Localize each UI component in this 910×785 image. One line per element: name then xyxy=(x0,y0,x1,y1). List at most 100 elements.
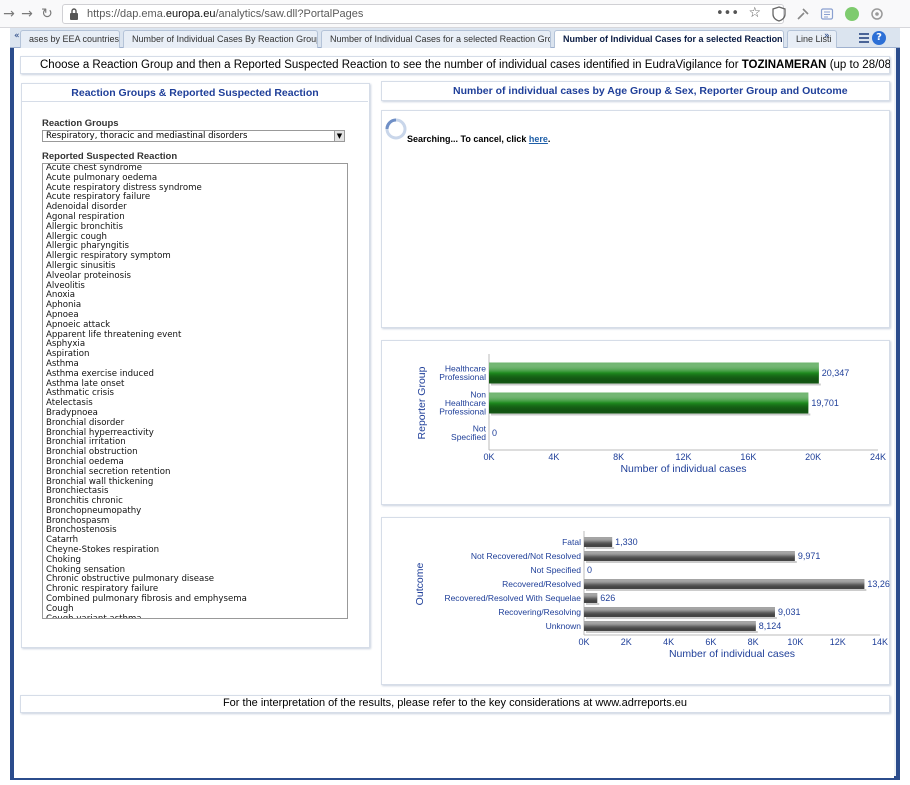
reported-reaction-label: Reported Suspected Reaction xyxy=(42,151,178,162)
category-label: Unknown xyxy=(546,621,582,631)
reaction-groups-label: Reaction Groups xyxy=(42,118,119,129)
x-tick-label: 4K xyxy=(548,452,559,462)
settings-icon[interactable] xyxy=(870,7,884,21)
help-icon[interactable]: ? xyxy=(872,31,886,45)
bookmark-star-icon[interactable]: ☆ xyxy=(748,5,761,21)
x-tick-label: 2K xyxy=(621,637,632,647)
bar-shadow xyxy=(586,617,777,619)
tab-cases-by-eea-countries[interactable]: ases by EEA countries xyxy=(20,30,120,48)
category-label: Not Specified xyxy=(530,565,581,575)
x-tick-label: 4K xyxy=(663,637,674,647)
x-tick-label: 8K xyxy=(748,637,759,647)
category-label: Healthcare Professional xyxy=(439,364,486,383)
x-tick-label: 10K xyxy=(787,637,803,647)
reaction-list-item[interactable]: Anoxia xyxy=(43,291,347,301)
bar-shade xyxy=(584,621,756,631)
x-tick-label: 0K xyxy=(578,637,589,647)
loading-spinner-icon xyxy=(385,118,407,140)
extension-icon[interactable] xyxy=(845,7,859,21)
reaction-group-select[interactable]: Respiratory, thoracic and mediastinal di… xyxy=(42,130,345,142)
bar-shade xyxy=(584,579,865,589)
x-tick-label: 8K xyxy=(613,452,624,462)
reaction-list-item[interactable]: Alveolar proteinosis xyxy=(43,271,347,282)
reaction-list-item[interactable]: Bronchostenosis xyxy=(43,526,347,536)
page-options-icon[interactable] xyxy=(858,32,870,44)
results-panel-title: Number of individual cases by Age Group … xyxy=(453,85,848,97)
bar-shade xyxy=(489,362,819,384)
x-tick-label: 20K xyxy=(805,452,821,462)
reaction-list-item[interactable]: Alveolitis xyxy=(43,281,347,292)
bar-shadow xyxy=(586,561,797,563)
reporter-group-chart: Healthcare Professional 20,347 Non Healthcar… xyxy=(416,354,886,475)
chevron-down-icon[interactable]: ▼ xyxy=(334,131,344,141)
category-label: Not Specified xyxy=(451,424,487,443)
category-label: Recovering/Resolving xyxy=(498,607,581,617)
data-label: 1,330 xyxy=(615,537,638,547)
dashboard-tabbar: « ases by EEA countries Number of Indivi… xyxy=(10,28,900,48)
reported-reaction-listbox[interactable]: Acute chest syndrome Acute pulmonary oede… xyxy=(42,163,348,619)
page-actions-icon[interactable]: ••• xyxy=(716,6,739,21)
data-label: 0 xyxy=(492,428,497,438)
reaction-list-item[interactable]: Cheyne-Stokes respiration xyxy=(43,545,347,556)
tab-cases-selected-reaction[interactable]: Number of Individual Cases for a selecte… xyxy=(554,30,784,48)
bar-shadow xyxy=(586,589,867,591)
bar-shade xyxy=(584,607,775,617)
tab-scroll-right-icon[interactable]: » xyxy=(824,31,830,41)
extension-tool-icon[interactable] xyxy=(796,7,810,21)
reaction-panel-title: Reaction Groups & Reported Suspected Rea… xyxy=(71,87,319,99)
x-tick-label: 12K xyxy=(675,452,691,462)
x-tick-label: 6K xyxy=(705,637,716,647)
y-axis-title: Reporter Group xyxy=(416,366,428,439)
bar-shadow xyxy=(586,603,600,605)
url-bar[interactable]: https://dap.ema.europa.eu/analytics/saw.… xyxy=(62,4,784,24)
bar-shadow xyxy=(491,383,821,386)
category-label: Recovered/Resolved With Sequelae xyxy=(444,593,581,603)
bar-shade xyxy=(584,551,795,561)
data-label: 8,124 xyxy=(759,621,782,631)
x-tick-label: 24K xyxy=(870,452,886,462)
category-label: Not Recovered/Not Resolved xyxy=(471,551,581,561)
searching-message: Searching... To cancel, click here. xyxy=(407,134,551,144)
reload-icon[interactable]: ↻ xyxy=(38,5,56,23)
bar-shade xyxy=(489,392,809,414)
url-text: https://dap.ema.europa.eu/analytics/saw.… xyxy=(87,8,364,20)
y-axis-title: Outcome xyxy=(414,563,426,606)
tab-cases-by-reaction-groups[interactable]: Number of Individual Cases By Reaction G… xyxy=(123,30,318,48)
tab-cases-selected-reaction-group[interactable]: Number of Individual Cases for a selecte… xyxy=(321,30,551,48)
reaction-list-item[interactable]: Combined pulmonary fibrosis and emphysem… xyxy=(43,594,347,605)
bar-shadow xyxy=(586,547,615,549)
x-axis-title: Number of individual cases xyxy=(620,463,746,475)
outcome-chart: Fatal 1,330 Not Recovered/Not Resolved 9,97… xyxy=(414,531,890,660)
reaction-list-item[interactable]: Aphonia xyxy=(43,300,347,311)
category-label: Recovered/Resolved xyxy=(502,579,581,589)
instruction-banner: Choose a Reaction Group and then a Repor… xyxy=(40,59,890,71)
x-tick-label: 12K xyxy=(830,637,846,647)
x-tick-label: 0K xyxy=(483,452,494,462)
data-label: 13,26 xyxy=(867,579,890,589)
data-label: 9,971 xyxy=(798,551,821,561)
bar-shade xyxy=(584,593,598,603)
x-tick-label: 14K xyxy=(872,637,888,647)
browser-toolbar: → → ↻ https://dap.ema.europa.eu/analytic… xyxy=(0,0,910,28)
back-icon[interactable]: → xyxy=(0,5,18,23)
shield-icon[interactable] xyxy=(772,6,786,22)
reaction-list-item[interactable]: Cough variant asthma xyxy=(43,614,347,618)
forward-icon[interactable]: → xyxy=(18,5,36,23)
reaction-list-item[interactable]: Aspiration xyxy=(43,349,347,360)
tab-scroll-left-icon[interactable]: « xyxy=(14,31,20,41)
reaction-group-selected-value: Respiratory, thoracic and mediastinal di… xyxy=(46,131,248,141)
category-label: Non Healthcare Professional xyxy=(439,389,486,416)
reaction-list-item[interactable]: Apparent life threatening event xyxy=(43,330,347,341)
bar-shade xyxy=(584,537,613,547)
data-label: 19,701 xyxy=(811,398,839,408)
data-label: 20,347 xyxy=(822,368,850,378)
cancel-search-link[interactable]: here xyxy=(529,134,548,144)
category-label: Fatal xyxy=(562,537,581,547)
x-tick-label: 16K xyxy=(740,452,756,462)
x-axis-title: Number of individual cases xyxy=(669,648,795,660)
bar-shadow xyxy=(586,631,758,633)
data-label: 9,031 xyxy=(778,607,801,617)
lock-icon xyxy=(70,8,78,20)
reader-view-icon[interactable] xyxy=(820,7,834,21)
data-label: 626 xyxy=(600,593,615,603)
